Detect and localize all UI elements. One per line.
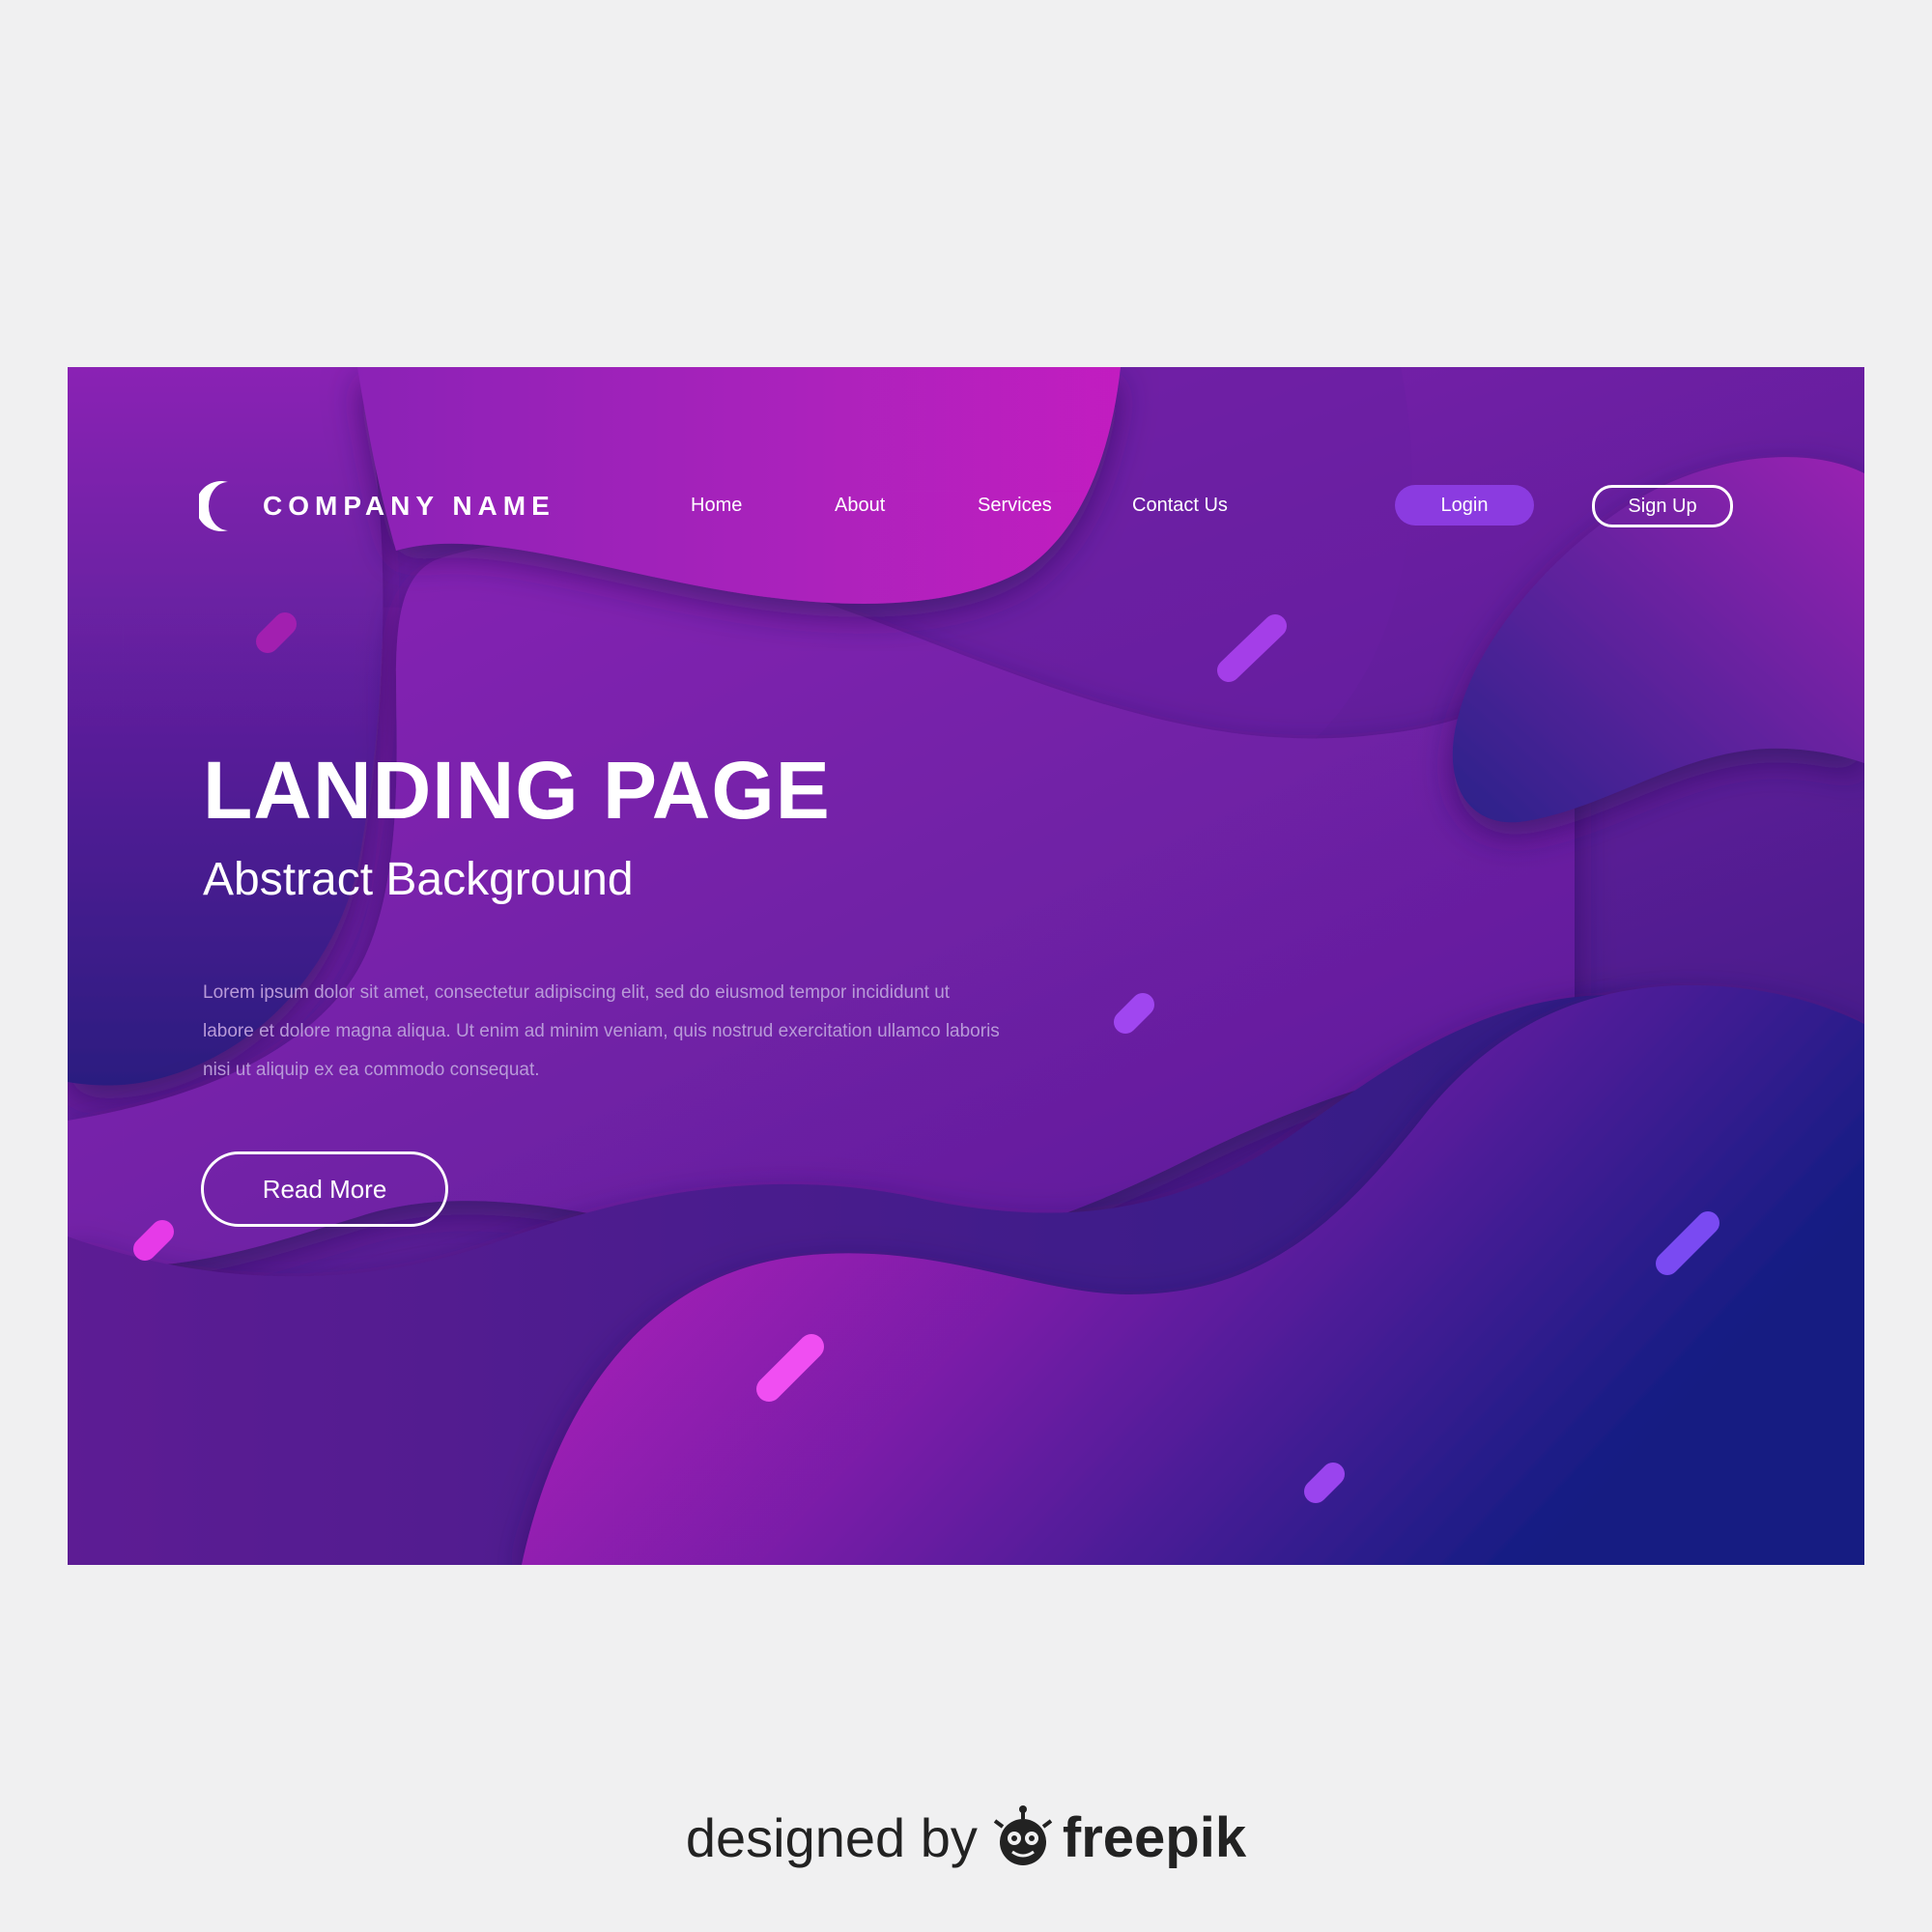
credit-prefix: designed by (685, 1806, 978, 1868)
nav-about[interactable]: About (835, 481, 885, 529)
login-button[interactable]: Login (1395, 485, 1534, 526)
hero-title: LANDING PAGE (203, 745, 831, 836)
credit-brand[interactable]: freepik (1063, 1805, 1246, 1870)
sign-up-button[interactable]: Sign Up (1592, 485, 1733, 527)
freepik-mascot-icon (993, 1805, 1053, 1865)
decor-capsule (256, 612, 297, 653)
landing-hero: COMPANY NAME Home About Services Contact… (68, 367, 1864, 1565)
read-more-button[interactable]: Read More (201, 1151, 448, 1227)
decor-capsule (1304, 1463, 1345, 1503)
nav-contact-us[interactable]: Contact Us (1132, 481, 1228, 529)
decor-capsule (133, 1220, 174, 1261)
crescent-icon (199, 481, 228, 531)
abstract-background (68, 367, 1864, 1565)
nav-services[interactable]: Services (978, 481, 1052, 529)
decor-capsule (1114, 993, 1154, 1034)
brand[interactable]: COMPANY NAME (199, 479, 555, 533)
nav-home[interactable]: Home (691, 481, 742, 529)
hero-subtitle: Abstract Background (203, 854, 634, 905)
hero-description: Lorem ipsum dolor sit amet, consectetur … (203, 982, 1000, 1080)
designer-credit: designed by freepik (0, 1799, 1932, 1876)
company-name: COMPANY NAME (263, 491, 555, 521)
